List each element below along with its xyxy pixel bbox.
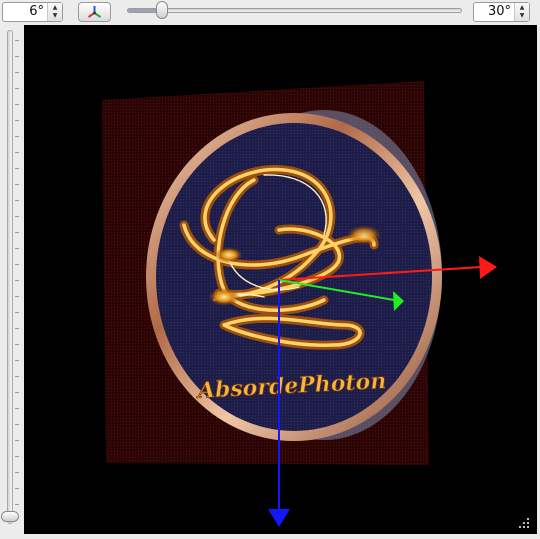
slider-tick	[15, 104, 19, 105]
slider-tick	[15, 488, 19, 489]
slider-tick	[15, 504, 19, 505]
slider-tick	[15, 392, 19, 393]
left-angle-stepper[interactable]: ▲ ▼	[47, 3, 62, 21]
horizontal-slider-handle[interactable]	[156, 1, 169, 19]
slider-tick	[15, 472, 19, 473]
slider-tick	[15, 248, 19, 249]
right-angle-spinbox[interactable]: 30° ▲ ▼	[473, 2, 530, 22]
slider-tick	[15, 408, 19, 409]
stepper-up-icon[interactable]: ▲	[518, 4, 526, 12]
stepper-down-icon[interactable]: ▼	[518, 12, 526, 20]
slider-tick	[15, 200, 19, 201]
axis-orientation-button[interactable]	[78, 2, 111, 22]
horizontal-slider[interactable]	[127, 8, 462, 13]
slider-tick	[15, 136, 19, 137]
slider-tick	[15, 152, 19, 153]
slider-tick	[15, 344, 19, 345]
left-angle-value[interactable]: 6°	[29, 3, 44, 21]
top-toolbar: 6° ▲ ▼ 30° ▲ ▼	[0, 0, 540, 24]
slider-tick	[15, 120, 19, 121]
right-angle-value[interactable]: 30°	[488, 3, 511, 21]
stepper-down-icon[interactable]: ▼	[51, 12, 59, 20]
slider-tick	[15, 88, 19, 89]
slider-tick	[15, 184, 19, 185]
slider-tick	[15, 328, 19, 329]
z-axis-arrow-icon	[268, 509, 290, 527]
slider-tick	[15, 424, 19, 425]
slider-tick	[15, 296, 19, 297]
slider-tick	[15, 360, 19, 361]
resize-grip-icon[interactable]	[519, 518, 529, 528]
stepper-up-icon[interactable]: ▲	[51, 4, 59, 12]
volume-render-scene: AbsordePhoton	[102, 81, 497, 527]
slider-tick	[15, 216, 19, 217]
x-axis-arrow-icon	[479, 256, 497, 279]
slider-tick	[15, 280, 19, 281]
slider-tick	[15, 72, 19, 73]
slider-tick	[15, 40, 19, 41]
left-angle-spinbox[interactable]: 6° ▲ ▼	[2, 2, 63, 22]
slider-tick	[15, 376, 19, 377]
slider-tick	[15, 312, 19, 313]
right-angle-stepper[interactable]: ▲ ▼	[514, 3, 529, 21]
slider-tick	[15, 440, 19, 441]
slider-tick	[15, 456, 19, 457]
render-viewport[interactable]: AbsordePhoton	[24, 25, 537, 534]
slider-tick	[15, 232, 19, 233]
slider-tick	[15, 168, 19, 169]
slider-tick	[15, 56, 19, 57]
slider-tick	[15, 264, 19, 265]
xyz-axes-icon	[87, 6, 102, 18]
vertical-slider-handle[interactable]	[1, 511, 19, 522]
vertical-slider[interactable]	[7, 30, 13, 524]
